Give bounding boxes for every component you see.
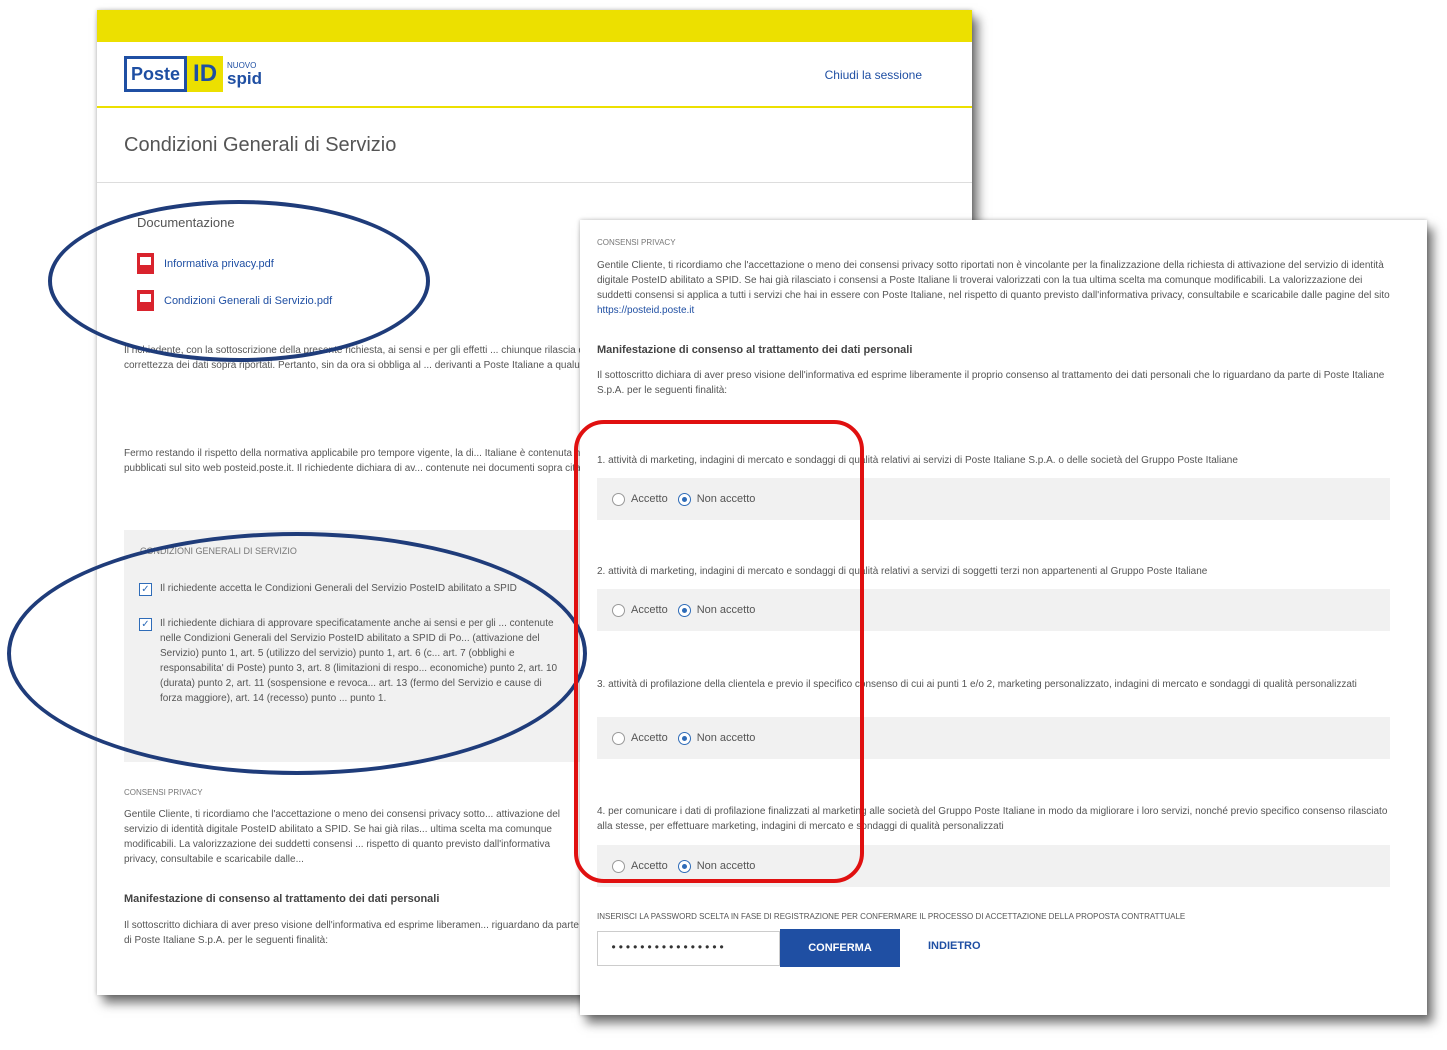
top-yellow-bar (97, 10, 972, 42)
password-input[interactable]: •••••••••••••••• (597, 931, 780, 966)
privacy-text-body: Gentile Cliente, ti ricordiamo che l'acc… (597, 260, 1390, 301)
logout-link[interactable]: Chiudi la sessione (825, 68, 922, 82)
pdf-icon (137, 290, 154, 311)
privacy-text: Gentile Cliente, ti ricordiamo che l'acc… (597, 258, 1397, 318)
consent-item-3-text: 3. attività di profilazione della client… (597, 679, 1357, 690)
privacy-section-label: CONSENSI PRIVACY (124, 788, 203, 797)
page-title: Condizioni Generali di Servizio (97, 108, 972, 183)
logo-poste-text: Poste (124, 56, 188, 92)
consent-item-3-options: Accetto Non accetto (597, 717, 1390, 759)
logo-spid-text: spid (227, 68, 262, 88)
radio-accept-label: Accetto (631, 493, 668, 505)
logo-spid: NUOVO spid (227, 56, 262, 92)
radio-accept[interactable] (612, 859, 625, 873)
checkbox-label: Il richiedente accetta le Condizioni Gen… (160, 583, 517, 594)
consent-item-2-options: Accetto Non accetto (597, 589, 1390, 631)
privacy-section-label: CONSENSI PRIVACY (597, 238, 676, 247)
radio-reject-label: Non accetto (696, 860, 756, 872)
radio-reject-selected[interactable] (677, 492, 691, 506)
privacy-text: Gentile Cliente, ti ricordiamo che l'acc… (124, 809, 561, 865)
posteid-site-link[interactable]: https://posteid.poste.it (597, 305, 694, 316)
pdf-icon (137, 253, 154, 274)
radio-accept-label: Accetto (631, 860, 668, 872)
consent-item-1-text: 1. attività di marketing, indagini di me… (597, 455, 1238, 466)
radio-accept-label: Accetto (631, 732, 668, 744)
consent-intro: Il sottoscritto dichiara di aver preso v… (124, 920, 579, 946)
password-instruction-label: INSERISCI LA PASSWORD SCELTA IN FASE DI … (597, 912, 1186, 921)
radio-accept[interactable] (612, 731, 625, 745)
radio-accept[interactable] (612, 492, 625, 506)
documents-title: Documentazione (137, 215, 235, 230)
foreground-screenshot: CONSENSI PRIVACY Gentile Cliente, ti ric… (580, 220, 1427, 1015)
doc-link-conditions[interactable]: Condizioni Generali di Servizio.pdf (137, 290, 332, 311)
radio-reject-selected[interactable] (677, 731, 691, 745)
radio-reject-label: Non accetto (696, 493, 756, 505)
radio-accept-label: Accetto (631, 604, 668, 616)
checkbox-label: Il richiedente dichiara di approvare spe… (160, 618, 558, 704)
radio-reject-label: Non accetto (696, 732, 756, 744)
posteid-spid-logo: Poste ID NUOVO spid (124, 56, 262, 92)
consent-item-4-options: Accetto Non accetto (597, 845, 1390, 887)
back-button[interactable]: INDIETRO (928, 940, 981, 952)
consent-heading: Manifestazione di consenso al trattament… (124, 893, 440, 905)
logo-id-text: ID (187, 56, 224, 92)
checkbox-checked-icon[interactable]: ✓ (139, 583, 152, 596)
doc-link-label: Condizioni Generali di Servizio.pdf (164, 294, 333, 307)
radio-accept[interactable] (612, 603, 625, 617)
doc-link-label: Informativa privacy.pdf (164, 257, 274, 270)
consent-item-1-options: Accetto Non accetto (597, 478, 1390, 520)
consent-item-2-text: 2. attività di marketing, indagini di me… (597, 566, 1208, 577)
confirm-button[interactable]: CONFERMA (780, 929, 900, 967)
radio-reject-selected[interactable] (677, 859, 691, 873)
general-conditions-item-2[interactable]: ✓ Il richiedente dichiara di approvare s… (139, 616, 559, 706)
consent-heading: Manifestazione di consenso al trattament… (597, 344, 913, 356)
radio-reject-label: Non accetto (696, 604, 756, 616)
radio-reject-selected[interactable] (677, 603, 691, 617)
general-conditions-title: CONDIZIONI GENERALI DI SERVIZIO (140, 546, 297, 556)
header: Poste ID NUOVO spid Chiudi la sessione (97, 42, 972, 108)
consent-item-4-text: 4. per comunicare i dati di profilazione… (597, 806, 1388, 832)
checkbox-checked-icon[interactable]: ✓ (139, 618, 152, 631)
doc-link-privacy[interactable]: Informativa privacy.pdf (137, 253, 274, 274)
consent-intro: Il sottoscritto dichiara di aver preso v… (597, 370, 1385, 396)
